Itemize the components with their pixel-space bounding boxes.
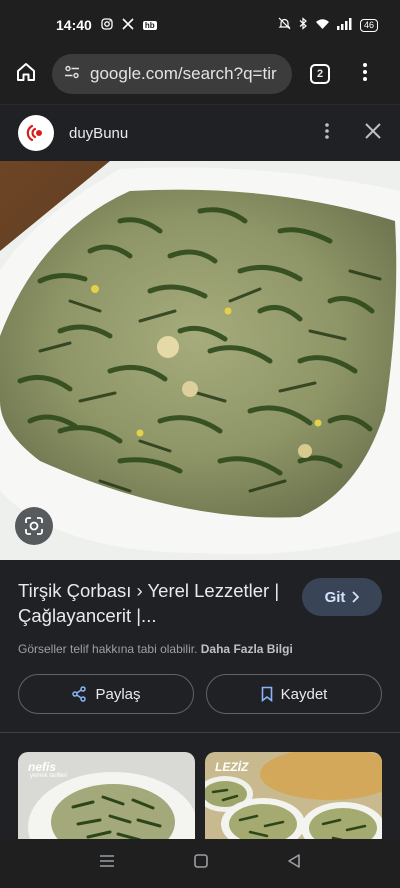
visit-label: Git xyxy=(324,588,346,606)
status-left: 14:40 hb xyxy=(56,17,157,33)
tab-switcher-button[interactable]: 2 xyxy=(310,64,330,84)
source-header: duyBunu xyxy=(0,104,400,161)
signal-icon xyxy=(336,17,353,33)
copyright-text: Görseller telif hakkına tabi olabilir. xyxy=(18,642,198,656)
more-options-button[interactable] xyxy=(324,122,330,145)
close-button[interactable] xyxy=(364,120,382,146)
close-icon xyxy=(365,123,381,139)
hb-icon: hb xyxy=(142,20,157,30)
related-images: nefis yemek tarifleri LEZİZ xyxy=(0,733,400,844)
share-button[interactable]: Paylaş xyxy=(18,674,194,714)
menu-icon xyxy=(100,855,114,867)
home-nav-button[interactable] xyxy=(193,853,209,874)
related-image-1-watermark-sub: yemek tarifleri xyxy=(30,773,68,779)
back-triangle-icon xyxy=(288,854,300,868)
status-time: 14:40 xyxy=(56,17,92,33)
share-label: Paylaş xyxy=(95,685,141,703)
save-label: Kaydet xyxy=(280,685,328,703)
status-bar: 14:40 hb 46 xyxy=(0,0,400,50)
status-right: 46 xyxy=(278,17,378,33)
home-icon xyxy=(15,61,37,88)
visit-button[interactable]: Git xyxy=(302,578,382,616)
google-lens-icon xyxy=(25,517,43,535)
instagram-icon xyxy=(101,17,113,33)
more-vert-icon xyxy=(363,63,367,81)
recent-apps-button[interactable] xyxy=(99,854,115,873)
hero-image[interactable] xyxy=(0,161,400,560)
related-image-2[interactable]: LEZİZ xyxy=(205,752,382,844)
site-settings-icon[interactable] xyxy=(64,64,80,85)
square-icon xyxy=(194,854,208,868)
system-nav-bar xyxy=(0,839,400,888)
copyright-notice: Görseller telif hakkına tabi olabilir. D… xyxy=(18,642,382,656)
battery-indicator: 46 xyxy=(359,18,378,32)
more-vert-icon xyxy=(325,122,329,139)
address-bar[interactable]: google.com/search?q=tir xyxy=(52,54,292,94)
site-logo xyxy=(18,115,54,151)
home-button[interactable] xyxy=(0,61,52,88)
share-icon xyxy=(72,686,87,702)
more-info-link[interactable]: Daha Fazla Bilgi xyxy=(201,642,293,656)
related-image-1-watermark: nefis xyxy=(28,760,57,774)
browser-menu-button[interactable] xyxy=(362,62,368,86)
bluetooth-icon xyxy=(298,17,308,33)
related-image-1[interactable]: nefis yemek tarifleri xyxy=(18,752,195,844)
soup-photo xyxy=(0,161,400,560)
back-nav-button[interactable] xyxy=(287,853,301,874)
duybunu-logo-icon xyxy=(23,120,49,146)
save-button[interactable]: Kaydet xyxy=(206,674,382,714)
url-text[interactable]: google.com/search?q=tir xyxy=(90,64,277,84)
lens-search-button[interactable] xyxy=(15,507,53,545)
site-name[interactable]: duyBunu xyxy=(69,125,128,142)
wifi-icon xyxy=(315,18,330,33)
browser-toolbar: google.com/search?q=tir 2 xyxy=(0,50,400,98)
chevron-right-icon xyxy=(352,591,360,603)
x-icon xyxy=(122,17,134,33)
result-title[interactable]: Tirşik Çorbası › Yerel Lezzetler | Çağla… xyxy=(18,578,288,628)
result-card: Tirşik Çorbası › Yerel Lezzetler | Çağla… xyxy=(0,560,400,732)
bookmark-icon xyxy=(261,686,272,702)
related-image-2-watermark: LEZİZ xyxy=(215,760,249,774)
action-row: Paylaş Kaydet xyxy=(18,674,382,714)
mute-icon xyxy=(278,17,291,33)
